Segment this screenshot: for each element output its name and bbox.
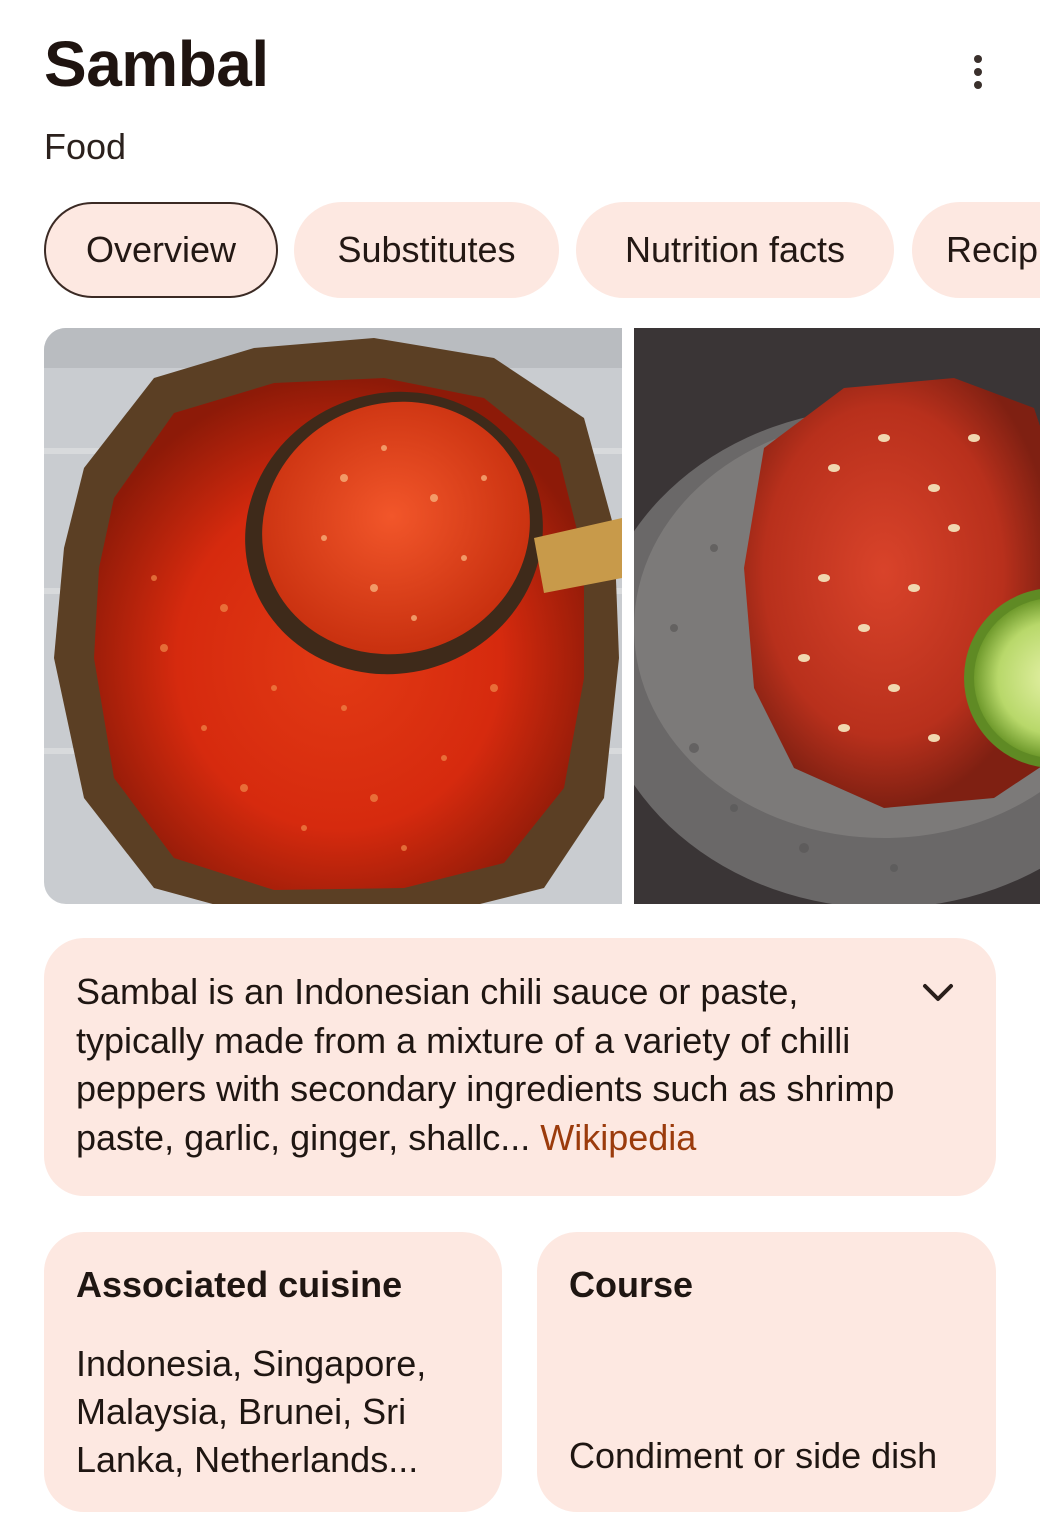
knowledge-panel-header: Sambal Food [44,22,996,167]
more-dot [974,81,982,89]
chevron-down-icon[interactable] [920,978,956,1008]
tab-overview[interactable]: Overview [44,202,278,298]
image-carousel[interactable] [44,328,1040,904]
food-image-1[interactable] [44,328,622,904]
entity-type-label: Food [44,126,127,167]
more-dot [974,55,982,63]
page-title: Sambal [44,28,269,100]
fact-value: Indonesia, Singapore, Malaysia, Brunei, … [76,1343,427,1480]
food-image-2[interactable] [634,328,1040,904]
tab-bar: Overview Substitutes Nutrition facts Rec… [44,202,1040,298]
fact-value: Condiment or side dish [569,1435,938,1476]
wikipedia-link[interactable]: Wikipedia [540,1117,696,1158]
description-text: Sambal is an Indonesian chili sauce or p… [76,971,895,1158]
fact-card-associated-cuisine[interactable]: Associated cuisine Indonesia, Singapore,… [44,1232,502,1512]
description-card[interactable]: Sambal is an Indonesian chili sauce or p… [44,938,996,1196]
more-vertical-icon[interactable] [960,48,996,96]
fact-title: Associated cuisine [76,1264,403,1305]
tab-recipes[interactable]: Recip [912,202,1040,298]
fact-card-course[interactable]: Course Condiment or side dish [537,1232,996,1512]
tab-nutrition-facts[interactable]: Nutrition facts [576,202,894,298]
more-dot [974,68,982,76]
fact-title: Course [569,1264,694,1305]
tab-substitutes[interactable]: Substitutes [294,202,559,298]
